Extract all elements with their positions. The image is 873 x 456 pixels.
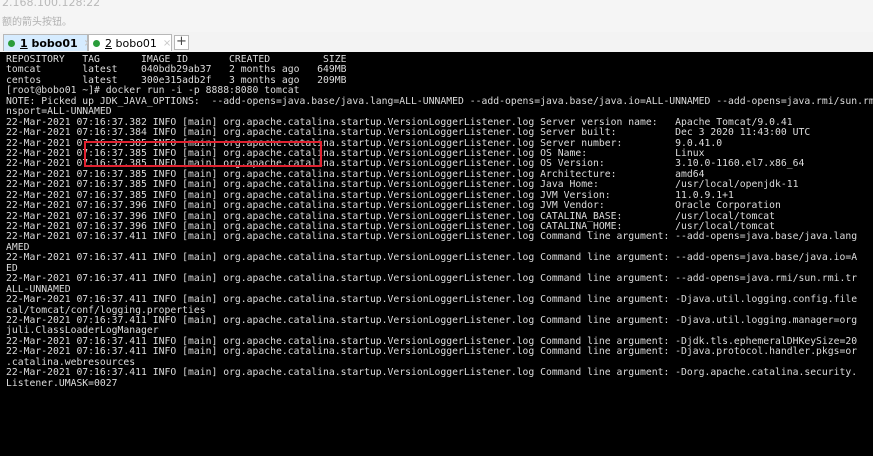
connected-status-icon: [8, 39, 15, 47]
terminal-line: 22-Mar-2021 07:16:37.411 INFO [main] org…: [6, 273, 858, 285]
terminal-line: NOTE: Picked up JDK_JAVA_OPTIONS: --add-…: [6, 95, 873, 107]
hint-text: 额的箭头按钮。: [2, 17, 72, 28]
terminal-line: Listener.UMASK=0027: [6, 377, 118, 389]
terminal-line: 22-Mar-2021 07:16:37.396 INFO [main] org…: [6, 200, 781, 212]
terminal-line: 22-Mar-2021 07:16:37.411 INFO [main] org…: [6, 231, 858, 243]
window-top-strip: 2.168.100.128:22 额的箭头按钮。: [0, 0, 873, 33]
tab-label: 2 bobo01: [105, 36, 157, 50]
add-tab-button[interactable]: +: [174, 35, 189, 50]
connected-status-icon: [93, 39, 100, 47]
tab-label: 1 bobo01: [20, 36, 78, 50]
terminal-line: 22-Mar-2021 07:16:37.411 INFO [main] org…: [6, 294, 858, 306]
host-address-text: 2.168.100.128:22: [2, 0, 101, 9]
session-tab-bar: 1 bobo01 × 2 bobo01 × +: [0, 32, 873, 53]
terminal-output[interactable]: REPOSITORY TAG IMAGE ID CREATED SIZE tomc…: [0, 52, 873, 456]
terminal-line: 22-Mar-2021 07:16:37.411 INFO [main] org…: [6, 346, 858, 358]
tab-session-1[interactable]: 1 bobo01 ×: [3, 34, 92, 51]
terminal-line: 22-Mar-2021 07:16:37.411 INFO [main] org…: [6, 252, 858, 264]
terminal-lines: REPOSITORY TAG IMAGE ID CREATED SIZE tomc…: [6, 54, 873, 389]
terminal-line: 22-Mar-2021 07:16:37.384 INFO [main] org…: [6, 127, 811, 139]
tab-session-2[interactable]: 2 bobo01 ×: [88, 34, 172, 51]
close-tab-icon[interactable]: ×: [157, 38, 171, 49]
terminal-line: 22-Mar-2021 07:16:37.411 INFO [main] org…: [6, 367, 858, 379]
